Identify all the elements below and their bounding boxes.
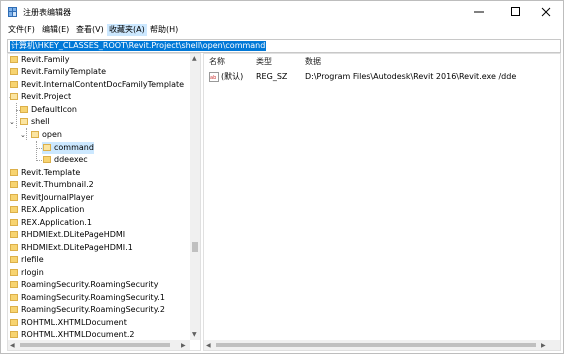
folder-icon (10, 269, 18, 276)
folder-icon (10, 306, 18, 313)
value-data: D:\Program Files\Autodesk\Revit 2016\Rev… (305, 72, 517, 81)
value-name[interactable]: (默认) (221, 71, 243, 83)
tree-horizontal-scrollbar[interactable]: ◀ ▶ (8, 340, 190, 350)
folder-icon (10, 231, 18, 238)
folder-icon (43, 156, 51, 163)
scroll-left-arrow-icon[interactable]: ◀ (206, 342, 211, 349)
folder-icon (10, 81, 18, 88)
folder-icon (10, 56, 18, 63)
string-value-icon: ab (209, 72, 219, 82)
svg-text:ab: ab (210, 75, 216, 81)
column-header-name[interactable]: 名称 (209, 56, 225, 68)
values-list-pane[interactable]: 名称 类型 数据 ab (默认) REG_SZ D:\Program Files… (203, 53, 561, 351)
tree-connector (16, 103, 17, 128)
resize-grip[interactable] (550, 340, 560, 350)
folder-icon (10, 68, 18, 75)
column-header-type[interactable]: 类型 (256, 56, 272, 68)
scroll-up-arrow-icon[interactable]: ▲ (192, 55, 197, 62)
menu-favorites[interactable]: 收藏夹(A) (107, 24, 147, 36)
menu-file[interactable]: 文件(F) (6, 24, 37, 36)
folder-icon (10, 244, 18, 251)
address-path[interactable]: 计算机\HKEY_CLASSES_ROOT\Revit.Project\shel… (10, 41, 267, 51)
close-button[interactable] (531, 4, 561, 20)
tree-connector (26, 128, 27, 140)
maximize-icon (511, 7, 520, 16)
column-header-data[interactable]: 数据 (305, 56, 321, 68)
scroll-right-arrow-icon[interactable]: ▶ (541, 342, 546, 349)
title-bar: 注册表编辑器 (1, 1, 563, 23)
tree-item-command[interactable]: command (42, 142, 94, 154)
close-icon (541, 7, 551, 17)
value-type: REG_SZ (256, 72, 288, 81)
folder-icon (10, 181, 18, 188)
scroll-thumb[interactable] (192, 242, 198, 252)
menu-bar: 文件(F) 编辑(E) 查看(V) 收藏夹(A) 帮助(H) (1, 23, 563, 37)
scroll-thumb[interactable] (20, 343, 170, 347)
folder-icon (10, 194, 18, 201)
tree-connector (36, 160, 42, 161)
scroll-right-arrow-icon[interactable]: ▶ (181, 342, 186, 349)
folder-icon (10, 294, 18, 301)
folder-icon (10, 206, 18, 213)
folder-icon (10, 281, 18, 288)
folder-icon (10, 256, 18, 263)
maximize-button[interactable] (501, 4, 531, 20)
minimize-button[interactable] (464, 4, 494, 20)
folder-icon (10, 169, 18, 176)
folder-icon (20, 106, 28, 113)
folder-icon (10, 331, 18, 338)
folder-open-icon (43, 144, 51, 151)
registry-editor-icon (8, 7, 17, 17)
menu-view[interactable]: 查看(V) (74, 24, 106, 36)
scroll-down-arrow-icon[interactable]: ▼ (192, 331, 197, 338)
window-title: 注册表编辑器 (23, 8, 71, 17)
folder-open-icon (10, 93, 18, 100)
scroll-left-arrow-icon[interactable]: ◀ (10, 342, 15, 349)
minimize-icon (474, 11, 484, 13)
tree-vertical-scrollbar[interactable]: ▲ ▼ (190, 54, 200, 340)
chevron-down-icon[interactable]: ⌄ (20, 129, 26, 141)
folder-icon (10, 319, 18, 326)
key-tree-pane[interactable]: Revit.Family Revit.FamilyTemplate Revit.… (7, 53, 201, 351)
folder-open-icon (31, 131, 39, 138)
address-bar[interactable]: 计算机\HKEY_CLASSES_ROOT\Revit.Project\shel… (7, 39, 561, 53)
tree-connector (36, 141, 37, 161)
list-horizontal-scrollbar[interactable]: ◀ ▶ (204, 340, 550, 350)
scroll-thumb[interactable] (216, 343, 536, 347)
folder-open-icon (20, 118, 28, 125)
chevron-down-icon[interactable]: ⌄ (9, 116, 15, 128)
folder-icon (10, 219, 18, 226)
menu-edit[interactable]: 编辑(E) (40, 24, 71, 36)
menu-help[interactable]: 帮助(H) (148, 24, 180, 36)
registry-editor-window: 注册表编辑器 文件(F) 编辑(E) 查看(V) 收藏夹(A) 帮助(H) 计算… (0, 0, 564, 354)
